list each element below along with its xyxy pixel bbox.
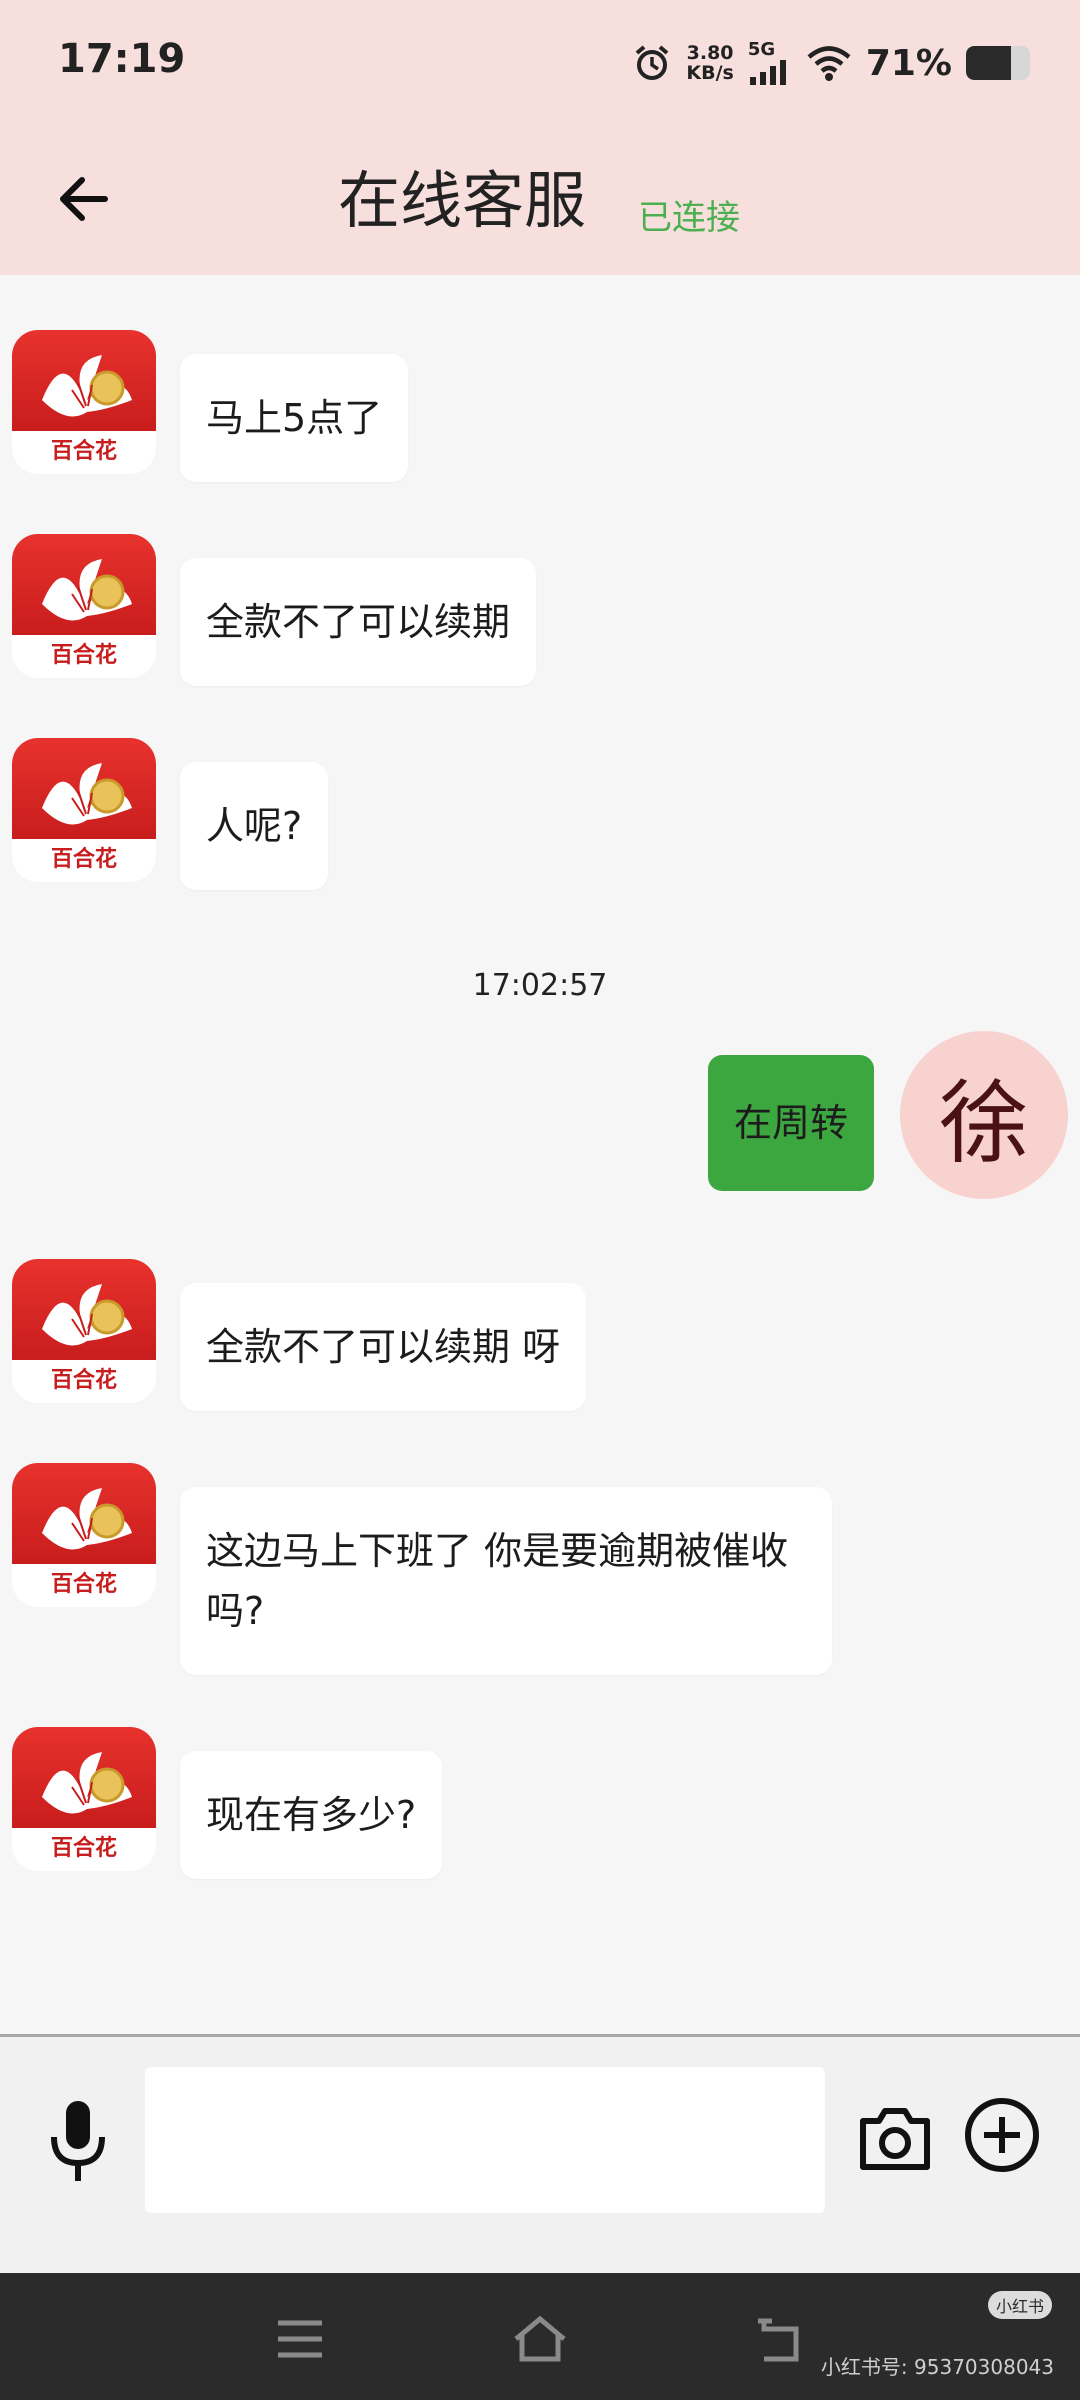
avatar-label: 百合花 — [51, 642, 117, 668]
network-type: 5G — [747, 39, 776, 60]
agent-avatar[interactable]: 百合花 — [12, 1727, 156, 1871]
lily-logo-icon: 百合花 — [42, 559, 132, 668]
lily-logo-icon: 百合花 — [42, 355, 132, 464]
agent-avatar[interactable]: 百合花 — [12, 534, 156, 678]
message-timestamp: 17:02:57 — [472, 968, 608, 1003]
camera-icon[interactable] — [855, 2099, 935, 2179]
message-input[interactable] — [145, 2067, 825, 2213]
back-icon[interactable] — [750, 2309, 810, 2369]
avatar-label: 百合花 — [51, 1367, 117, 1393]
chat-list[interactable]: 百合花 马上5点了 百合花 全款不了可以续期 百合花 人呢? 17:02:57 … — [0, 275, 1080, 2035]
page-title: 在线客服 — [338, 164, 587, 237]
microphone-icon[interactable] — [42, 2097, 114, 2187]
avatar-label: 百合花 — [51, 846, 117, 872]
agent-message-bubble: 全款不了可以续期 — [180, 558, 537, 686]
watermark: 小红书号: 95370308043 — [820, 2355, 1054, 2379]
lily-logo-icon: 百合花 — [42, 1488, 132, 1597]
connection-status: 已连接 — [638, 198, 740, 238]
battery-percent: 71% — [865, 42, 952, 84]
input-bar — [0, 2037, 1080, 2273]
avatar-label: 百合花 — [51, 1835, 117, 1861]
lily-logo-icon: 百合花 — [42, 763, 132, 872]
lily-logo-icon: 百合花 — [42, 1752, 132, 1861]
agent-avatar[interactable]: 百合花 — [12, 330, 156, 474]
agent-message-bubble: 现在有多少? — [180, 1751, 443, 1879]
agent-avatar[interactable]: 百合花 — [12, 1463, 156, 1607]
user-message-bubble: 在周转 — [707, 1055, 874, 1191]
menu-icon[interactable] — [270, 2309, 330, 2369]
status-icons: 3.80 KB/s 5G 71% — [632, 38, 1030, 88]
system-nav-bar: 小红书 小红书号: 95370308043 — [0, 2273, 1080, 2400]
agent-message-bubble: 马上5点了 — [180, 354, 409, 482]
signal: 5G — [748, 41, 792, 85]
net-speed: 3.80 KB/s — [686, 43, 733, 83]
alarm-icon — [636, 45, 669, 80]
battery-fill — [966, 46, 1012, 80]
agent-message-bubble: 全款不了可以续期 呀 — [180, 1283, 587, 1411]
status-bar: 17:19 3.80 KB/s 5G 71% — [0, 0, 1080, 120]
net-speed-unit: KB/s — [686, 62, 734, 84]
avatar-label: 百合花 — [51, 438, 117, 464]
battery-icon — [966, 46, 1030, 80]
lily-logo-icon: 百合花 — [42, 1284, 132, 1393]
clock: 17:19 — [58, 36, 186, 82]
add-icon[interactable] — [962, 2095, 1042, 2175]
agent-avatar[interactable]: 百合花 — [12, 738, 156, 882]
agent-avatar[interactable]: 百合花 — [12, 1259, 156, 1403]
net-speed-value: 3.80 — [686, 42, 734, 64]
watermark-logo: 小红书 — [987, 2291, 1052, 2319]
agent-message-bubble: 人呢? — [180, 762, 329, 890]
home-icon[interactable] — [510, 2309, 570, 2369]
header: 在线客服 已连接 — [0, 120, 1080, 275]
avatar-label: 百合花 — [51, 1571, 117, 1597]
back-arrow-icon[interactable] — [50, 164, 120, 234]
agent-message-bubble: 这边马上下班了 你是要逾期被催收吗? — [180, 1487, 832, 1675]
wifi-icon — [807, 46, 851, 81]
signal-icon — [749, 60, 786, 85]
user-avatar[interactable]: 徐 — [900, 1031, 1068, 1199]
